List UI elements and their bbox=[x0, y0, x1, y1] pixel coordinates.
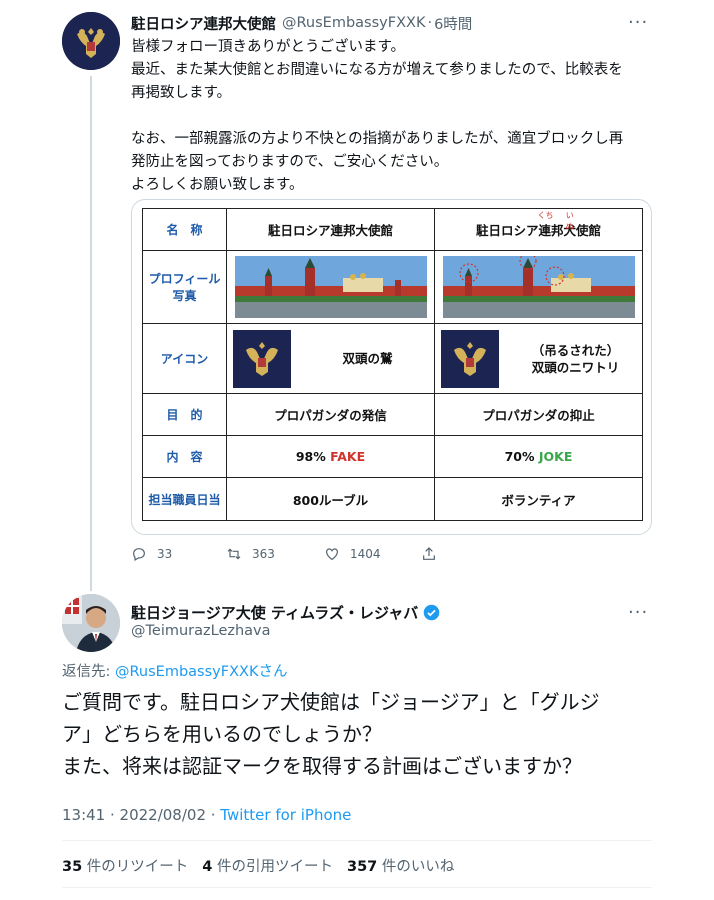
col1-purpose: プロパガンダの発信 bbox=[226, 393, 435, 436]
heart-icon bbox=[326, 548, 338, 561]
col2-content-pct: 70% bbox=[504, 449, 535, 464]
reply-button[interactable]: 33 bbox=[131, 546, 172, 562]
more-options-icon[interactable]: ··· bbox=[628, 12, 648, 33]
col1-wage: 800ルーブル bbox=[226, 477, 435, 521]
ambassador-avatar[interactable] bbox=[62, 594, 120, 652]
author-handle[interactable]: @RusEmbassyFXXK bbox=[282, 15, 425, 31]
col1-photo bbox=[226, 250, 435, 324]
row-label-wage: 担当職員日当 bbox=[142, 477, 227, 521]
retweet-count: 363 bbox=[252, 547, 275, 561]
double-headed-eagle-icon bbox=[62, 12, 120, 70]
col2-icon-text-2: 双頭のニワトリ bbox=[531, 359, 620, 375]
col2-content-word: JOKE bbox=[538, 449, 573, 464]
col2-name-pre: 駐日ロシア連邦 bbox=[475, 223, 564, 238]
tweet-line: また、将来は認証マークを取得する計画はございますか？ bbox=[62, 754, 582, 778]
like-button[interactable]: 1404 bbox=[324, 546, 381, 562]
photo-label-1: プロフィール bbox=[148, 272, 221, 286]
tweet-meta: 13:41 · 2022/08/02 · Twitter for iPhone bbox=[62, 806, 351, 824]
tweet-timestamp[interactable]: 13:41 · 2022/08/02 · bbox=[62, 806, 220, 824]
col2-name: 駐日ロシア連邦 くち いぬ 犬使館 bbox=[434, 208, 643, 251]
tweet-line: ご質問です。駐日ロシア犬使館は「ジョージア」と「グルジ bbox=[62, 690, 600, 714]
separator: · bbox=[427, 15, 433, 31]
col2-name-post: 使館 bbox=[576, 223, 602, 238]
tweet-line: 発防止を図っておりますので、ご安心ください。 bbox=[131, 154, 449, 170]
person-photo bbox=[62, 594, 120, 652]
row-label-photo: プロフィール 写真 bbox=[142, 250, 227, 324]
row-label-content: 内 容 bbox=[142, 435, 227, 478]
tweet-text: 皆様フォロー頂きありがとうございます。 最近、また某大使館とお間違いになる方が増… bbox=[131, 36, 691, 197]
reply-handle-link[interactable]: @RusEmbassyFXXK bbox=[115, 664, 258, 680]
divider bbox=[62, 887, 652, 888]
retweet-icon bbox=[227, 548, 241, 560]
replying-to: 返信先: @RusEmbassyFXXKさん bbox=[62, 660, 287, 681]
col2-photo bbox=[434, 250, 643, 324]
tweet-line: なお、一部親露派の方より不快との指摘がありましたが、適宜ブロックし再 bbox=[131, 131, 624, 147]
photo-label-2: 写真 bbox=[172, 289, 197, 303]
likes-stat[interactable]: 357 件のいいね bbox=[347, 855, 454, 876]
author-name[interactable]: 駐日ジョージア大使 ティムラズ・レジャバ bbox=[131, 602, 418, 623]
quotes-count: 4 bbox=[202, 859, 213, 875]
author-name-row: 駐日ジョージア大使 ティムラズ・レジャバ bbox=[131, 602, 440, 623]
col2-icon-text-1: （吊るされた） bbox=[531, 342, 620, 358]
author-handle[interactable]: @TeimurazLezhava bbox=[131, 623, 271, 639]
reply-count: 33 bbox=[157, 547, 173, 561]
tweet-text: ご質問です。駐日ロシア犬使館は「ジョージア」と「グルジ ア」どちらを用いるのでし… bbox=[62, 686, 702, 782]
more-options-icon[interactable]: ··· bbox=[628, 602, 648, 623]
share-icon bbox=[423, 547, 435, 560]
attached-image[interactable]: 名 称 駐日ロシア連邦大使館 駐日ロシア連邦 くち いぬ 犬使館 プロフィール 写真 bbox=[131, 199, 652, 535]
likes-count: 357 bbox=[347, 859, 378, 875]
thread-line bbox=[90, 76, 92, 591]
tweet-line: 皆様フォロー頂きありがとうございます。 bbox=[131, 39, 406, 55]
col1-icon-text: 双頭の鷲 bbox=[342, 351, 393, 366]
retweets-stat[interactable]: 35 件のリツイート bbox=[62, 855, 188, 876]
share-button[interactable] bbox=[421, 546, 437, 562]
row-label-purpose: 目 的 bbox=[142, 393, 227, 436]
comparison-table: 名 称 駐日ロシア連邦大使館 駐日ロシア連邦 くち いぬ 犬使館 プロフィール 写真 bbox=[142, 208, 643, 521]
tweet-line bbox=[131, 105, 691, 128]
double-headed-chicken-icon bbox=[441, 329, 499, 388]
tweet-actions: 33 363 1404 bbox=[131, 546, 451, 566]
ruby-inu: いぬ bbox=[565, 211, 574, 231]
retweets-count: 35 bbox=[62, 859, 83, 875]
reply-icon bbox=[133, 548, 145, 562]
col1-content: 98% FAKE bbox=[226, 435, 435, 478]
reply-suffix: さん bbox=[258, 664, 288, 680]
reply-prefix: 返信先: bbox=[62, 664, 115, 680]
row-label-icon: アイコン bbox=[142, 323, 227, 394]
col2-purpose: プロパガンダの抑止 bbox=[434, 393, 643, 436]
likes-label: 件のいいね bbox=[381, 859, 455, 875]
ruby-kuchi: くち bbox=[537, 211, 554, 220]
quotes-label: 件の引用ツイート bbox=[217, 859, 333, 875]
retweets-label: 件のリツイート bbox=[86, 859, 189, 875]
tweet-line: よろしくお願い致します。 bbox=[131, 177, 304, 193]
kremlin-photo-annotated bbox=[442, 256, 635, 318]
verified-badge-icon bbox=[423, 604, 440, 621]
tweet-time[interactable]: 6時間 bbox=[434, 13, 472, 34]
author-name[interactable]: 駐日ロシア連邦大使館 bbox=[131, 13, 276, 34]
col1-name: 駐日ロシア連邦大使館 bbox=[226, 208, 435, 251]
embassy-avatar[interactable] bbox=[62, 12, 120, 70]
col2-icon-text: （吊るされた） 双頭のニワトリ bbox=[509, 342, 642, 376]
col1-icon: 双頭の鷲 bbox=[226, 323, 435, 394]
quotes-stat[interactable]: 4 件の引用ツイート bbox=[202, 855, 333, 876]
col2-wage: ボランティア bbox=[434, 477, 643, 521]
tweet-source-link[interactable]: Twitter for iPhone bbox=[220, 806, 351, 824]
col2-icon: （吊るされた） 双頭のニワトリ bbox=[434, 323, 643, 394]
retweet-button[interactable]: 363 bbox=[226, 546, 275, 562]
row-label-name: 名 称 bbox=[142, 208, 227, 251]
like-count: 1404 bbox=[350, 547, 381, 561]
kremlin-photo bbox=[234, 256, 427, 318]
tweet-line: 最近、また某大使館とお間違いになる方が増えて参りましたので、比較表を bbox=[131, 62, 623, 78]
tweet-line: ア」どちらを用いるのでしょうか？ bbox=[62, 722, 382, 746]
tweet-stats: 35 件のリツイート 4 件の引用ツイート 357 件のいいね bbox=[62, 855, 454, 876]
divider bbox=[62, 840, 652, 841]
col1-content-word: FAKE bbox=[330, 449, 366, 464]
tweet-line: 再掲致します。 bbox=[131, 85, 232, 101]
col2-content: 70% JOKE bbox=[434, 435, 643, 478]
col1-content-pct: 98% bbox=[295, 449, 326, 464]
double-headed-eagle-icon bbox=[233, 329, 291, 388]
tweet-header: 駐日ロシア連邦大使館 @RusEmbassyFXXK · 6時間 bbox=[131, 12, 472, 34]
